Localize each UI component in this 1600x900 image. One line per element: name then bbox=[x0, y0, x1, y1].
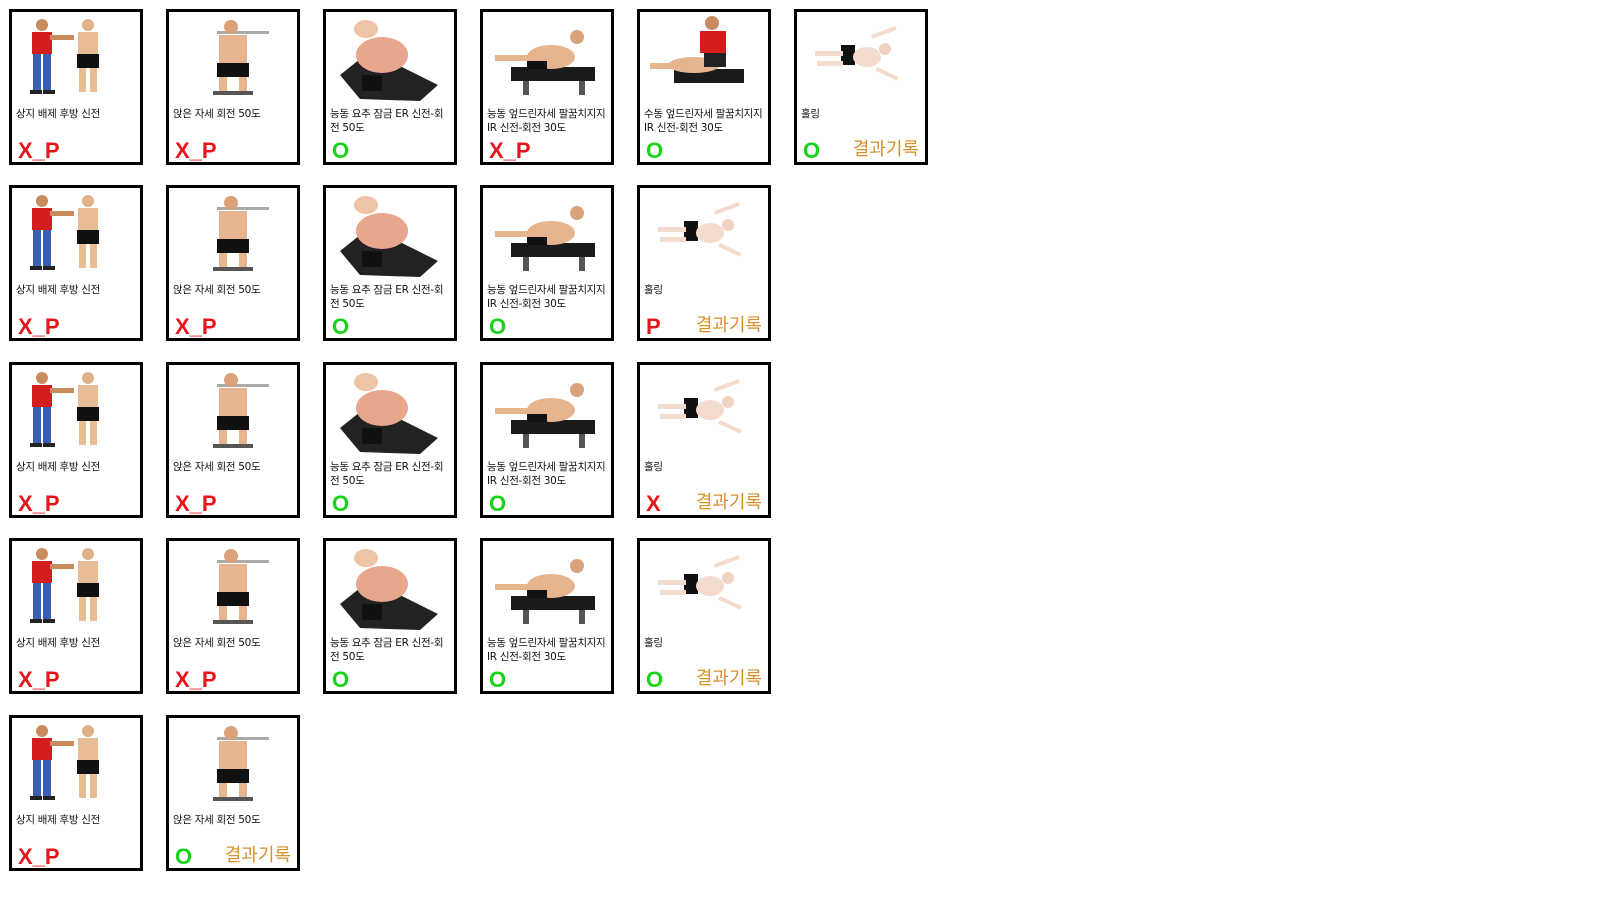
result-mark: X_P bbox=[175, 314, 217, 339]
lumbar-lock-figure-icon bbox=[330, 15, 450, 101]
prone-flexion-figure-icon bbox=[487, 15, 607, 101]
test-card[interactable]: 상지 배제 후방 신전 X_P bbox=[9, 538, 143, 694]
test-label: 능동 요추 잠금 ER 신전-회전 50도 bbox=[330, 461, 444, 487]
record-result-link[interactable]: 결과기록 bbox=[696, 491, 762, 515]
result-mark: O bbox=[332, 314, 350, 339]
test-label: 앉은 자세 회전 50도 bbox=[173, 284, 261, 296]
test-label: 훌링 bbox=[644, 637, 663, 649]
standing-exam-figure-icon bbox=[16, 721, 136, 807]
test-card[interactable]: 능동 엎드린자세 팔꿈치지지 IR 신전-회전 30도 O bbox=[480, 538, 614, 694]
result-mark: X_P bbox=[18, 844, 60, 869]
test-label: 상지 배제 후방 신전 bbox=[16, 284, 100, 296]
test-card[interactable]: 훌링 P 결과기록 bbox=[637, 185, 771, 341]
test-label: 앉은 자세 회전 50도 bbox=[173, 461, 261, 473]
lumbar-lock-figure-icon bbox=[330, 368, 450, 454]
test-label: 상지 배제 후방 신전 bbox=[16, 461, 100, 473]
test-card[interactable]: 능동 요추 잠금 ER 신전-회전 50도 O bbox=[323, 185, 457, 341]
test-label: 수동 엎드린자세 팔꿈치지지 IR 신전-회전 30도 bbox=[644, 108, 763, 134]
test-label: 능동 엎드린자세 팔꿈치지지 IR 신전-회전 30도 bbox=[487, 108, 606, 134]
test-card[interactable]: 능동 엎드린자세 팔꿈치지지 IR 신전-회전 30도 O bbox=[480, 362, 614, 518]
test-card[interactable]: 능동 엎드린자세 팔꿈치지지 IR 신전-회전 30도 X_P bbox=[480, 9, 614, 165]
test-card[interactable]: 앉은 자세 회전 50도 X_P bbox=[166, 538, 300, 694]
test-label: 훌링 bbox=[801, 108, 820, 120]
result-mark: X_P bbox=[18, 314, 60, 339]
test-card[interactable]: 훌링 O 결과기록 bbox=[637, 538, 771, 694]
result-mark: X_P bbox=[489, 138, 531, 163]
lumbar-lock-figure-icon bbox=[330, 191, 450, 277]
seated-rotation-figure-icon bbox=[173, 544, 293, 630]
test-card[interactable]: 훌링 O 결과기록 bbox=[794, 9, 928, 165]
test-label: 능동 엎드린자세 팔꿈치지지 IR 신전-회전 30도 bbox=[487, 461, 606, 487]
standing-exam-figure-icon bbox=[16, 368, 136, 454]
result-mark: O bbox=[646, 138, 664, 163]
swimming-figure-icon bbox=[644, 544, 764, 630]
seated-rotation-figure-icon bbox=[173, 191, 293, 277]
result-mark: X_P bbox=[18, 138, 60, 163]
test-label: 앉은 자세 회전 50도 bbox=[173, 637, 261, 649]
result-mark: O bbox=[332, 138, 350, 163]
standing-exam-figure-icon bbox=[16, 544, 136, 630]
test-label: 훌링 bbox=[644, 284, 663, 296]
record-result-link[interactable]: 결과기록 bbox=[853, 138, 919, 162]
test-card[interactable]: 능동 엎드린자세 팔꿈치지지 IR 신전-회전 30도 O bbox=[480, 185, 614, 341]
test-card[interactable]: 상지 배제 후방 신전 X_P bbox=[9, 715, 143, 871]
result-mark: X_P bbox=[175, 138, 217, 163]
record-result-link[interactable]: 결과기록 bbox=[225, 844, 291, 868]
test-card[interactable]: 상지 배제 후방 신전 X_P bbox=[9, 9, 143, 165]
test-card[interactable]: 능동 요추 잠금 ER 신전-회전 50도 O bbox=[323, 538, 457, 694]
test-card[interactable]: 앉은 자세 회전 50도 X_P bbox=[166, 185, 300, 341]
test-card[interactable]: 앉은 자세 회전 50도 O 결과기록 bbox=[166, 715, 300, 871]
test-label: 훌링 bbox=[644, 461, 663, 473]
test-label: 능동 엎드린자세 팔꿈치지지 IR 신전-회전 30도 bbox=[487, 637, 606, 663]
test-card[interactable]: 상지 배제 후방 신전 X_P bbox=[9, 362, 143, 518]
passive-prone-figure-icon bbox=[644, 15, 764, 101]
result-mark: X_P bbox=[18, 667, 60, 692]
result-mark: X_P bbox=[18, 491, 60, 516]
result-mark: O bbox=[489, 314, 507, 339]
test-label: 상지 배제 후방 신전 bbox=[16, 637, 100, 649]
result-mark: O bbox=[489, 491, 507, 516]
record-result-link[interactable]: 결과기록 bbox=[696, 667, 762, 691]
test-label: 앉은 자세 회전 50도 bbox=[173, 108, 261, 120]
result-mark: X_P bbox=[175, 491, 217, 516]
result-mark: O bbox=[332, 491, 350, 516]
test-label: 상지 배제 후방 신전 bbox=[16, 814, 100, 826]
swimming-figure-icon bbox=[644, 368, 764, 454]
test-card[interactable]: 능동 요추 잠금 ER 신전-회전 50도 O bbox=[323, 362, 457, 518]
swimming-figure-icon bbox=[801, 15, 921, 101]
seated-rotation-figure-icon bbox=[173, 721, 293, 807]
test-label: 앉은 자세 회전 50도 bbox=[173, 814, 261, 826]
standing-exam-figure-icon bbox=[16, 15, 136, 101]
prone-flexion-figure-icon bbox=[487, 368, 607, 454]
test-label: 능동 엎드린자세 팔꿈치지지 IR 신전-회전 30도 bbox=[487, 284, 606, 310]
test-label: 상지 배제 후방 신전 bbox=[16, 108, 100, 120]
result-mark: O bbox=[803, 138, 821, 163]
test-card[interactable]: 능동 요추 잠금 ER 신전-회전 50도 O bbox=[323, 9, 457, 165]
test-label: 능동 요추 잠금 ER 신전-회전 50도 bbox=[330, 284, 444, 310]
record-result-link[interactable]: 결과기록 bbox=[696, 314, 762, 338]
test-label: 능동 요추 잠금 ER 신전-회전 50도 bbox=[330, 108, 444, 134]
test-card[interactable]: 상지 배제 후방 신전 X_P bbox=[9, 185, 143, 341]
prone-flexion-figure-icon bbox=[487, 191, 607, 277]
standing-exam-figure-icon bbox=[16, 191, 136, 277]
test-card[interactable]: 앉은 자세 회전 50도 X_P bbox=[166, 9, 300, 165]
result-mark: O bbox=[489, 667, 507, 692]
seated-rotation-figure-icon bbox=[173, 15, 293, 101]
test-card[interactable]: 수동 엎드린자세 팔꿈치지지 IR 신전-회전 30도 O bbox=[637, 9, 771, 165]
result-mark: P bbox=[646, 314, 661, 339]
result-mark: O bbox=[646, 667, 664, 692]
test-card[interactable]: 훌링 X 결과기록 bbox=[637, 362, 771, 518]
test-card[interactable]: 앉은 자세 회전 50도 X_P bbox=[166, 362, 300, 518]
result-mark: X_P bbox=[175, 667, 217, 692]
result-mark: O bbox=[175, 844, 193, 869]
result-mark: O bbox=[332, 667, 350, 692]
seated-rotation-figure-icon bbox=[173, 368, 293, 454]
result-mark: X bbox=[646, 491, 661, 516]
test-label: 능동 요추 잠금 ER 신전-회전 50도 bbox=[330, 637, 444, 663]
lumbar-lock-figure-icon bbox=[330, 544, 450, 630]
prone-flexion-figure-icon bbox=[487, 544, 607, 630]
swimming-figure-icon bbox=[644, 191, 764, 277]
